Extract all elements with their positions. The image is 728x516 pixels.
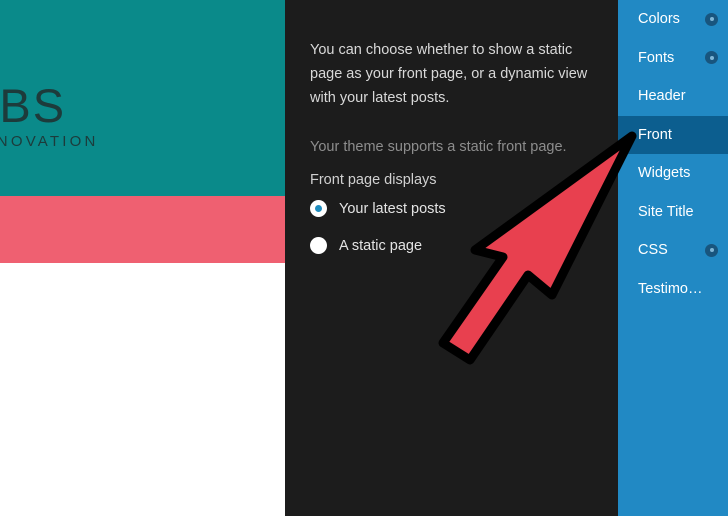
circle-dot-icon <box>705 243 718 257</box>
menu-item-front-label: Front <box>638 126 672 143</box>
preview-site-title: ABS <box>0 79 67 132</box>
radio-latest-posts-indicator[interactable] <box>310 200 327 217</box>
radio-option-latest-posts[interactable]: Your latest posts <box>310 200 446 217</box>
theme-support-note: Your theme supports a static front page. <box>310 139 567 155</box>
menu-item-site-title-label: Site Title <box>638 203 694 220</box>
menu-item-fonts-label: Fonts <box>638 49 675 66</box>
preview-accent-band <box>0 196 285 263</box>
menu-item-header[interactable]: Header <box>618 77 728 116</box>
preview-site-header: ABS D INNOVATION <box>0 0 285 196</box>
menu-item-testimonials[interactable]: Testimo… <box>618 270 728 309</box>
menu-item-site-title[interactable]: Site Title <box>618 193 728 232</box>
front-page-description: You can choose whether to show a static … <box>310 42 588 106</box>
menu-item-colors[interactable]: Colors <box>618 0 728 39</box>
menu-item-widgets[interactable]: Widgets <box>618 154 728 193</box>
circle-dot-icon <box>705 51 718 65</box>
customizer-control-panel: You can choose whether to show a static … <box>285 0 618 516</box>
menu-item-colors-label: Colors <box>638 11 680 28</box>
customizer-section-menu: Colors Fonts Header Front Widgets Site T… <box>618 0 728 516</box>
menu-item-css-label: CSS <box>638 242 668 259</box>
radio-option-static-page[interactable]: A static page <box>310 237 422 254</box>
menu-item-fonts[interactable]: Fonts <box>618 39 728 78</box>
customizer-screen: ABS D INNOVATION You can choose whether … <box>0 0 728 516</box>
radio-static-page-label: A static page <box>339 237 423 254</box>
menu-item-css[interactable]: CSS <box>618 231 728 270</box>
menu-item-testimonials-label: Testimo… <box>638 280 703 297</box>
circle-dot-icon <box>705 12 718 26</box>
theme-preview-pane: ABS D INNOVATION <box>0 0 285 516</box>
radio-latest-posts-label: Your latest posts <box>339 200 446 217</box>
preview-content-area <box>0 263 285 516</box>
preview-site-tagline: D INNOVATION <box>0 133 99 150</box>
menu-item-header-label: Header <box>638 88 686 105</box>
menu-item-front[interactable]: Front <box>618 115 728 154</box>
front-page-displays-label: Front page displays <box>310 172 437 188</box>
radio-static-page-indicator[interactable] <box>310 237 327 254</box>
menu-item-widgets-label: Widgets <box>638 165 691 182</box>
